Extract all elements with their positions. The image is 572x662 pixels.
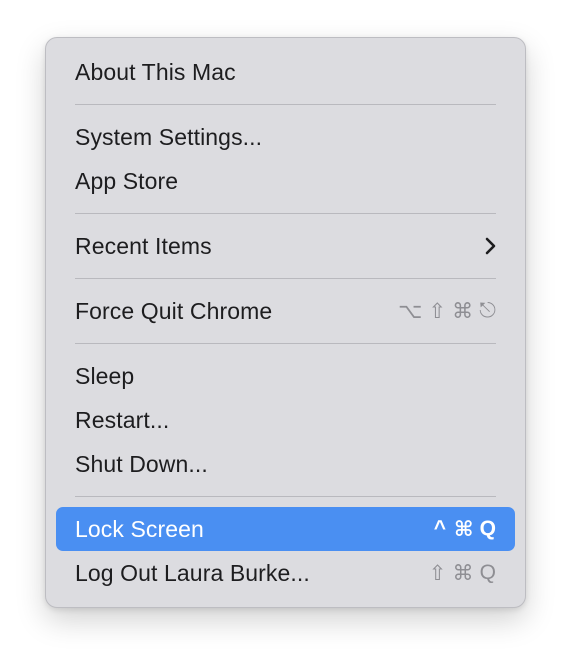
menu-item-label: Lock Screen xyxy=(75,515,204,542)
q-key: Q xyxy=(479,561,496,584)
control-key-icon: ^ xyxy=(433,517,447,540)
menu-item-label: System Settings... xyxy=(75,123,263,150)
command-key-icon: ⌘ xyxy=(452,561,474,585)
menu-item-label: Sleep xyxy=(75,362,135,389)
menu-item-label: Force Quit Chrome xyxy=(75,297,273,324)
menu-item-label: Restart... xyxy=(75,406,170,433)
menu-separator xyxy=(75,278,496,279)
menu-item-system-settings[interactable]: System Settings... xyxy=(56,115,515,159)
menu-item-label: About This Mac xyxy=(75,58,236,85)
menu-separator xyxy=(75,343,496,344)
menu-item-force-quit[interactable]: Force Quit Chrome ⌥ ⇧ ⌘ ⎋ xyxy=(56,289,515,333)
shift-key-icon: ⇧ xyxy=(428,299,447,323)
lock-screen-shortcut: ^ ⌘ Q xyxy=(432,517,496,542)
force-quit-shortcut: ⌥ ⇧ ⌘ ⎋ xyxy=(398,299,496,324)
menu-item-label: App Store xyxy=(75,167,179,194)
q-key: Q xyxy=(479,517,496,540)
command-key-icon: ⌘ xyxy=(453,517,474,541)
log-out-shortcut: ⇧ ⌘ Q xyxy=(429,561,496,586)
menu-item-shut-down[interactable]: Shut Down... xyxy=(56,442,515,486)
menu-separator xyxy=(75,496,496,497)
menu-item-app-store[interactable]: App Store xyxy=(56,159,515,203)
menu-item-label: Shut Down... xyxy=(75,450,208,477)
menu-separator xyxy=(75,213,496,214)
menu-item-label: Recent Items xyxy=(75,232,212,259)
menu-item-about-this-mac[interactable]: About This Mac xyxy=(56,50,515,94)
shift-key-icon: ⇧ xyxy=(428,561,447,585)
command-key-icon: ⌘ xyxy=(452,299,474,323)
chevron-right-icon xyxy=(484,237,496,255)
menu-item-label: Log Out Laura Burke... xyxy=(75,559,310,586)
escape-key-icon: ⎋ xyxy=(479,299,496,322)
menu-item-lock-screen[interactable]: Lock Screen ^ ⌘ Q xyxy=(56,507,515,551)
apple-menu: About This Mac System Settings... App St… xyxy=(45,37,526,608)
menu-item-recent-items[interactable]: Recent Items xyxy=(56,224,515,268)
menu-item-sleep[interactable]: Sleep xyxy=(56,354,515,398)
menu-item-log-out[interactable]: Log Out Laura Burke... ⇧ ⌘ Q xyxy=(56,551,515,595)
menu-item-restart[interactable]: Restart... xyxy=(56,398,515,442)
menu-separator xyxy=(75,104,496,105)
option-key-icon: ⌥ xyxy=(398,299,423,323)
